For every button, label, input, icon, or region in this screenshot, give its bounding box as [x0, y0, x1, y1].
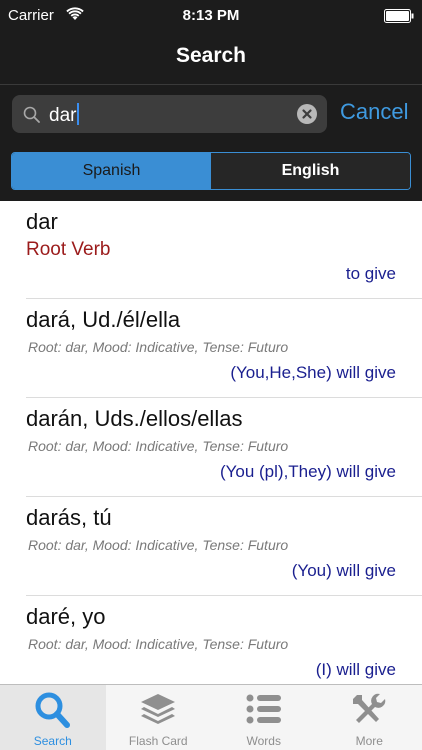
result-translation: (You) will give: [291, 561, 396, 580]
result-detail: Root: dar, Mood: Indicative, Tense: Futu…: [28, 636, 289, 652]
tab-words[interactable]: Words: [211, 685, 317, 750]
list-item[interactable]: darás, tú Root: dar, Mood: Indicative, T…: [26, 497, 422, 596]
list-item[interactable]: darán, Uds./ellos/ellas Root: dar, Mood:…: [26, 398, 422, 497]
result-detail: Root: dar, Mood: Indicative, Tense: Futu…: [28, 537, 289, 553]
result-word: darás, tú: [26, 505, 112, 530]
tab-label: Search: [33, 734, 72, 748]
result-translation: (You,He,She) will give: [230, 363, 396, 382]
result-word: darán, Uds./ellos/ellas: [26, 406, 243, 431]
search-value: dar: [49, 105, 77, 126]
list-item[interactable]: dará, Ud./él/ella Root: dar, Mood: Indic…: [26, 299, 422, 398]
results-list: dar Root Verb to give dará, Ud./él/ella …: [0, 201, 422, 684]
result-word: dará, Ud./él/ella: [26, 307, 181, 332]
language-segmented-control: Spanish English: [11, 152, 411, 190]
result-detail: Root: dar, Mood: Indicative, Tense: Futu…: [28, 438, 289, 454]
clear-search-button[interactable]: [297, 104, 317, 124]
list-item[interactable]: dar Root Verb to give: [26, 201, 422, 299]
tab-bar: Search Flash Card Words More: [0, 684, 422, 750]
tab-search[interactable]: Search: [0, 685, 106, 750]
search-field-text[interactable]: dar: [49, 103, 80, 127]
search-icon: [23, 106, 40, 123]
tab-label: Flash Card: [128, 734, 188, 748]
result-detail: Root: dar, Mood: Indicative, Tense: Futu…: [28, 339, 289, 355]
nav-divider: [0, 84, 422, 85]
tab-flash-card[interactable]: Flash Card: [106, 685, 212, 750]
stack-icon: [141, 694, 176, 724]
segment-english[interactable]: English: [211, 153, 410, 189]
result-subtitle: Root Verb: [26, 239, 111, 260]
clear-icon: [302, 109, 312, 119]
cancel-button[interactable]: Cancel: [340, 99, 408, 125]
tab-label: Words: [246, 734, 281, 748]
header-area: Carrier 8:13 PM Search dar Cancel Spanis…: [0, 0, 422, 201]
result-translation: (You (pl),They) will give: [219, 462, 396, 481]
tab-more[interactable]: More: [317, 685, 422, 750]
result-translation: (I) will give: [315, 660, 396, 679]
result-word: daré, yo: [26, 604, 106, 629]
list-item[interactable]: daré, yo Root: dar, Mood: Indicative, Te…: [26, 596, 422, 684]
search-input[interactable]: dar: [12, 95, 327, 133]
list-icon: [246, 694, 281, 724]
text-caret: [77, 103, 80, 125]
status-time: 8:13 PM: [182, 7, 240, 24]
search-icon: [35, 692, 70, 728]
page-title: Search: [175, 44, 247, 67]
battery-icon: [384, 9, 414, 23]
status-bar: Carrier 8:13 PM: [0, 0, 422, 32]
segment-spanish[interactable]: Spanish: [12, 153, 211, 189]
tab-label: More: [355, 734, 383, 748]
result-translation: to give: [345, 264, 396, 283]
result-word: dar: [26, 209, 58, 234]
tools-icon: [353, 693, 386, 723]
